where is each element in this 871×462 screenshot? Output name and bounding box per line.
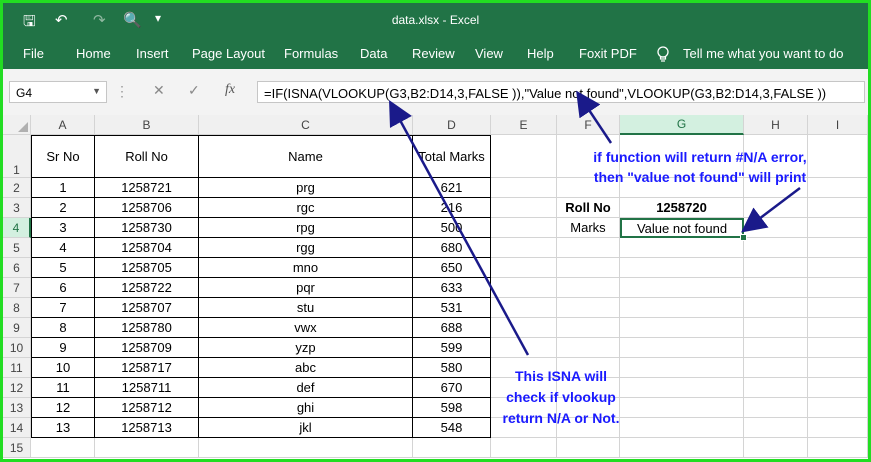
- if-annotation: if function will return #N/A error, then…: [571, 147, 829, 187]
- if-note-line-2: then "value not found" will print: [593, 169, 807, 185]
- isna-note-line-3: return N/A or Not.: [502, 410, 620, 426]
- if-note-line-1: if function will return #N/A error,: [593, 149, 807, 165]
- annotation-arrows: [389, 90, 801, 356]
- isna-arrow: [389, 100, 530, 356]
- isna-note-line-1: This ISNA will: [514, 368, 608, 384]
- result-arrow: [741, 187, 801, 233]
- formula-arrow: [576, 90, 613, 144]
- isna-annotation: This ISNA will check if vlookup return N…: [486, 366, 636, 429]
- screenshot-frame: 🖫 ↶ ↷ 🔍 ▾ data.xlsx - Excel File Home In…: [0, 0, 871, 462]
- isna-note-line-2: check if vlookup: [506, 389, 616, 405]
